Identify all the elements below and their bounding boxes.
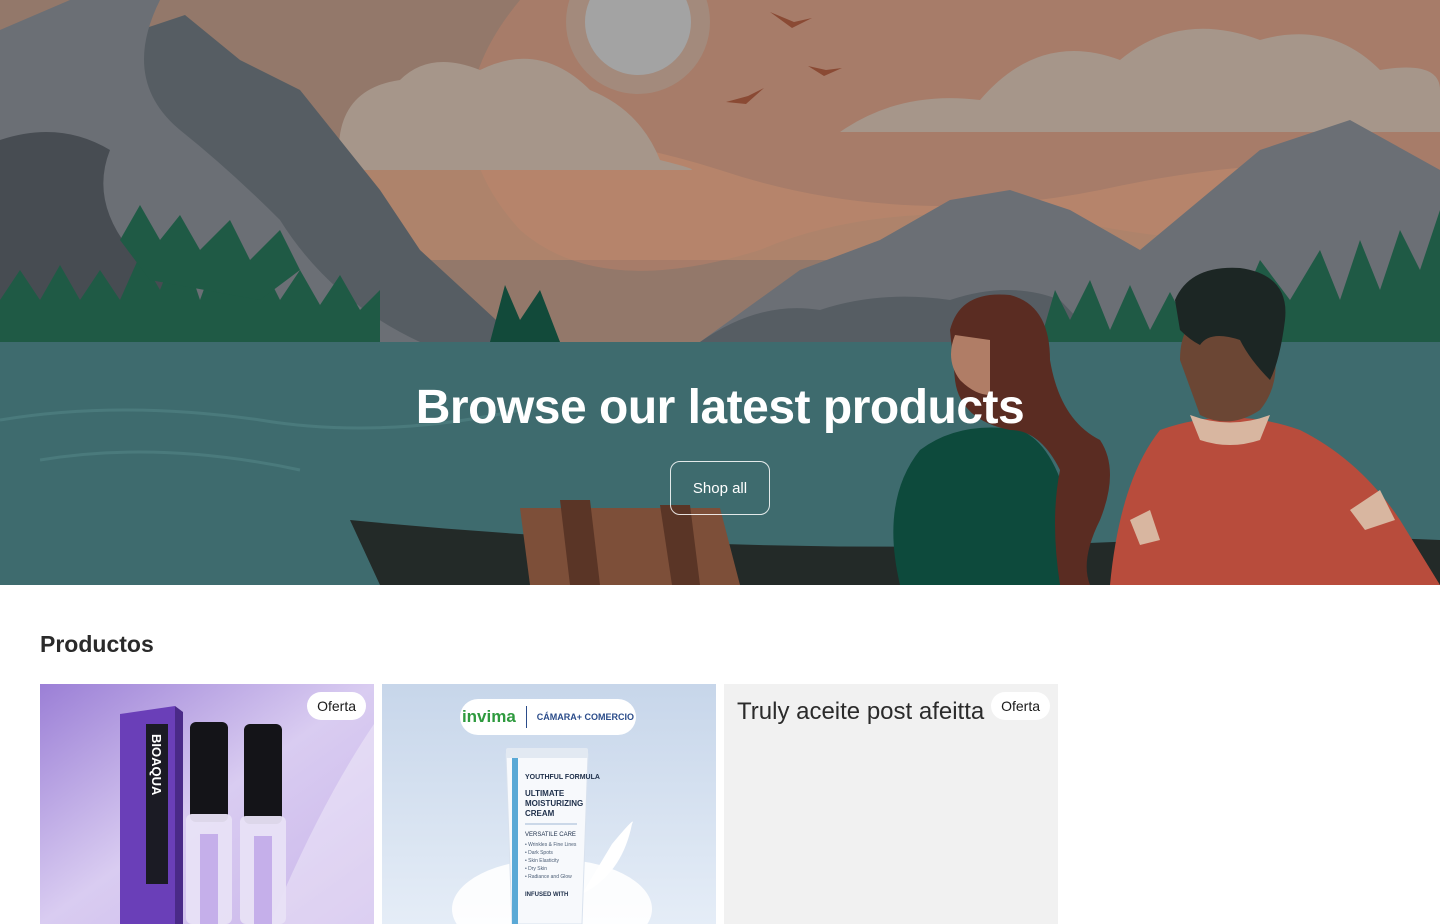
hero-banner: Browse our latest products Shop all [0,0,1440,585]
svg-text:ULTIMATE: ULTIMATE [525,789,565,798]
svg-text:• Skin Elasticity: • Skin Elasticity [525,858,559,864]
product-card[interactable]: Truly aceite post afeitta Oferta [724,684,1058,924]
product-image: BIOAQUA [40,684,374,924]
section-title: Productos [40,631,154,657]
product-image: YOUTHFUL FORMULA ULTIMATE MOISTURIZING C… [382,684,716,924]
shop-all-button[interactable]: Shop all [670,461,770,515]
product-card[interactable]: YOUTHFUL FORMULA ULTIMATE MOISTURIZING C… [382,684,716,924]
product-brand-text: BIOAQUA [149,734,164,796]
svg-text:YOUTHFUL FORMULA: YOUTHFUL FORMULA [525,774,600,781]
certification-logos: invima CÁMARA+ COMERCIO [460,699,636,735]
eyelash-serum-image: BIOAQUA [40,684,374,924]
offer-badge: Oferta [307,692,366,720]
svg-text:• Wrinkles & Fine Lines: • Wrinkles & Fine Lines [525,842,577,848]
svg-text:INFUSED WITH: INFUSED WITH [525,892,568,898]
svg-text:MOISTURIZING: MOISTURIZING [525,799,583,808]
products-section: Productos BIOAQUA Oferta YOUTHFUL FORMUL… [0,585,1440,924]
hero-title: Browse our latest products [415,381,1025,434]
product-name: Truly aceite post afeitta [737,698,985,725]
offer-badge: Oferta [991,692,1050,720]
product-grid: BIOAQUA Oferta YOUTHFUL FORMULA ULTIMATE… [40,684,1400,924]
svg-text:CREAM: CREAM [525,809,555,818]
camara-comercio-logo: CÁMARA+ COMERCIO [536,711,635,722]
svg-text:• Radiance and Glow: • Radiance and Glow [525,874,572,880]
svg-text:• Dark Spots: • Dark Spots [525,850,553,856]
product-card[interactable]: BIOAQUA Oferta [40,684,374,924]
invima-logo: invima [461,707,516,726]
hero-content: Browse our latest products Shop all [0,380,1440,515]
svg-text:VERSATILE CARE: VERSATILE CARE [525,832,576,838]
svg-text:• Dry Skin: • Dry Skin [525,866,547,872]
logo-divider [525,706,527,728]
